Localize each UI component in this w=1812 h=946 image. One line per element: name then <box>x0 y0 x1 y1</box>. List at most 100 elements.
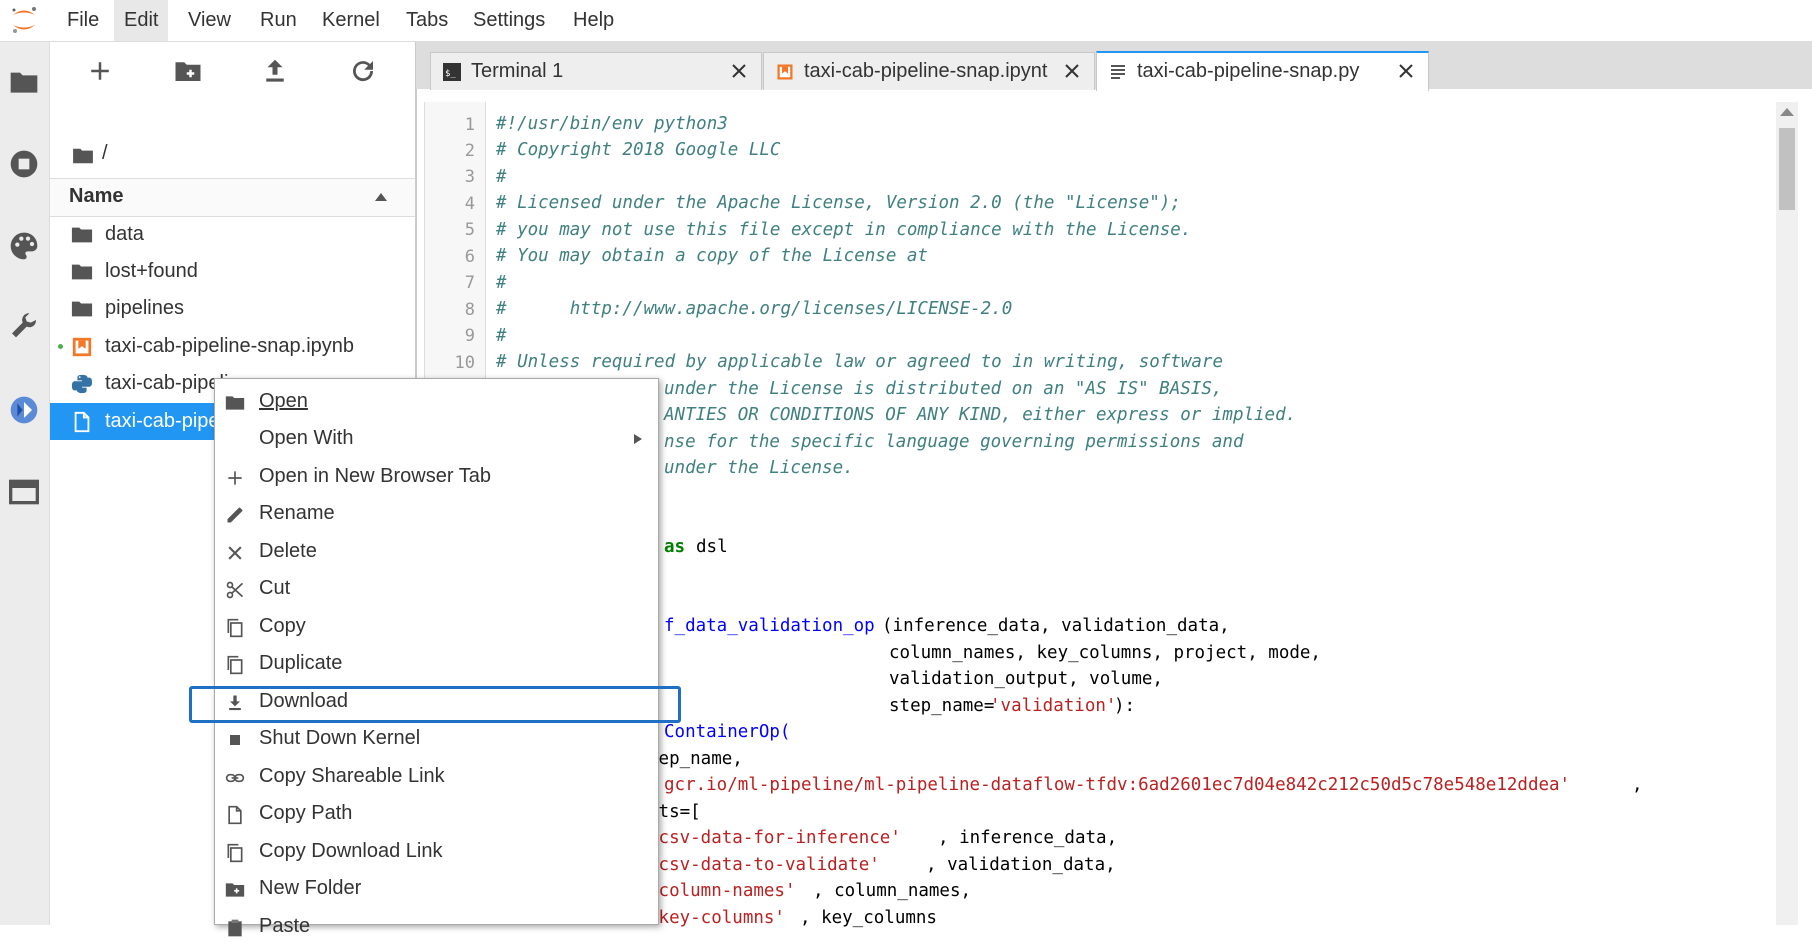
code-line: , column_names, <box>813 881 972 901</box>
folder-icon <box>71 264 93 280</box>
scrollbar-thumb[interactable] <box>1779 128 1795 210</box>
chevron-right-icon <box>634 434 642 444</box>
code-line: nse for the specific language governing … <box>664 432 1244 452</box>
new-launcher-icon[interactable] <box>85 56 115 86</box>
wrench-icon[interactable] <box>8 312 40 344</box>
file-row-notebook[interactable]: taxi-cab-pipeline-snap.ipynb <box>50 328 415 365</box>
folder-icon[interactable] <box>8 66 40 98</box>
line-number: 1 <box>464 115 475 135</box>
line-number: 6 <box>464 247 475 267</box>
copy-icon <box>227 843 243 863</box>
menu-settings[interactable]: Settings <box>463 0 555 41</box>
folder-icon <box>225 396 245 410</box>
left-sidebar-rail <box>0 42 50 925</box>
code-function-name: ContainerOp( <box>664 722 791 742</box>
editor-scrollbar[interactable] <box>1776 102 1798 925</box>
stop-circle-icon[interactable] <box>8 148 40 180</box>
file-context-menu: Open Open With Open in New Browser Tab R… <box>214 378 660 937</box>
palette-icon[interactable] <box>8 230 40 262</box>
file-row-lost-found[interactable]: lost+found <box>50 253 415 290</box>
code-line: , inference_data, <box>938 828 1118 848</box>
plus-icon <box>228 471 242 485</box>
menu-tabs[interactable]: Tabs <box>396 0 458 41</box>
menu-item-copy-shareable-link[interactable]: Copy Shareable Link <box>215 759 660 796</box>
menu-item-duplicate[interactable]: Duplicate <box>215 646 660 683</box>
code-line: # http://www.apache.org/licenses/LICENSE… <box>496 299 1013 319</box>
menu-edit[interactable]: Edit <box>114 0 169 41</box>
scissors-icon <box>226 581 244 599</box>
sort-ascending-icon[interactable] <box>375 193 387 201</box>
new-folder-icon[interactable] <box>173 56 203 86</box>
menu-item-new-folder[interactable]: New Folder <box>215 871 660 908</box>
code-string: -csv-data-for-inference' <box>648 828 901 848</box>
code-string: -csv-data-to-validate' <box>648 855 880 875</box>
file-icon <box>228 805 242 825</box>
code-line: # Copyright 2018 Google LLC <box>496 140 781 160</box>
line-number: 9 <box>464 326 475 346</box>
tabs-icon[interactable] <box>8 476 40 508</box>
menu-item-label: Copy Path <box>259 802 353 824</box>
tab-label: taxi-cab-pipeline-snap.ipynt <box>804 60 1048 82</box>
menu-item-label: Copy Download Link <box>259 840 443 862</box>
python-icon <box>71 374 93 394</box>
refresh-icon[interactable] <box>348 56 378 86</box>
jupyter-logo-icon[interactable] <box>8 4 40 36</box>
menu-view[interactable]: View <box>178 0 241 41</box>
text-file-icon <box>74 411 90 433</box>
menu-file[interactable]: File <box>57 0 109 41</box>
menu-item-delete[interactable]: Delete <box>215 534 660 571</box>
column-header-name[interactable]: Name <box>50 178 415 217</box>
folder-icon <box>71 301 93 317</box>
line-number: 10 <box>454 353 475 373</box>
paste-icon <box>228 919 242 937</box>
terminal-icon: $_ <box>443 63 461 81</box>
menu-item-label: Shut Down Kernel <box>259 727 421 749</box>
menu-item-paste[interactable]: Paste <box>215 909 660 946</box>
file-row-data[interactable]: data <box>50 216 415 253</box>
breadcrumb-root[interactable]: / <box>102 142 108 165</box>
menu-help[interactable]: Help <box>563 0 624 41</box>
close-icon[interactable] <box>1396 61 1416 81</box>
scroll-up-arrow-icon[interactable] <box>1780 106 1794 118</box>
menu-item-copy-download-link[interactable]: Copy Download Link <box>215 834 660 871</box>
upload-icon[interactable] <box>260 56 290 86</box>
folder-icon[interactable] <box>72 147 94 165</box>
code-line: # You may obtain a copy of the License a… <box>496 246 928 266</box>
menu-item-label: Delete <box>259 540 317 562</box>
tab-python-file[interactable]: taxi-cab-pipeline-snap.py <box>1096 51 1429 91</box>
copy-icon <box>227 655 243 675</box>
tab-notebook[interactable]: taxi-cab-pipeline-snap.ipynt <box>763 52 1095 90</box>
line-number: 4 <box>464 194 475 214</box>
code-line: step_name= <box>889 696 995 716</box>
file-name: lost+found <box>105 260 198 282</box>
kubeflow-icon[interactable] <box>8 394 40 426</box>
menu-item-open-with[interactable]: Open With <box>215 421 660 458</box>
code-keyword: as <box>664 537 686 557</box>
code-line: ): <box>1114 696 1136 716</box>
menu-kernel[interactable]: Kernel <box>312 0 390 41</box>
menu-item-open[interactable]: Open <box>215 384 660 421</box>
code-line: (inference_data, validation_data, <box>882 616 1230 636</box>
tab-terminal-1[interactable]: $_ Terminal 1 <box>430 52 762 90</box>
code-line: #!/usr/bin/env python3 <box>496 114 728 134</box>
menu-item-copy-path[interactable]: Copy Path <box>215 796 660 833</box>
close-icon[interactable] <box>729 61 749 81</box>
menu-run[interactable]: Run <box>250 0 307 41</box>
menu-item-open-new-tab[interactable]: Open in New Browser Tab <box>215 459 660 496</box>
line-number: 5 <box>464 220 475 240</box>
menu-item-copy[interactable]: Copy <box>215 609 660 646</box>
file-row-pipelines[interactable]: pipelines <box>50 290 415 327</box>
menu-item-label: Cut <box>259 577 291 599</box>
code-line: # <box>496 167 507 187</box>
menu-item-shut-down-kernel[interactable]: Shut Down Kernel <box>215 721 660 758</box>
folder-icon <box>71 227 93 243</box>
code-line: , <box>1632 775 1643 795</box>
menu-item-cut[interactable]: Cut <box>215 571 660 608</box>
close-icon[interactable] <box>1062 61 1082 81</box>
menu-item-rename[interactable]: Rename <box>215 496 660 533</box>
line-number: 8 <box>464 300 475 320</box>
code-line: tep_name, <box>648 749 743 769</box>
code-string: -key-columns' <box>648 908 785 928</box>
code-line: # Unless required by applicable law or a… <box>496 352 1223 372</box>
column-header-label: Name <box>69 185 124 207</box>
